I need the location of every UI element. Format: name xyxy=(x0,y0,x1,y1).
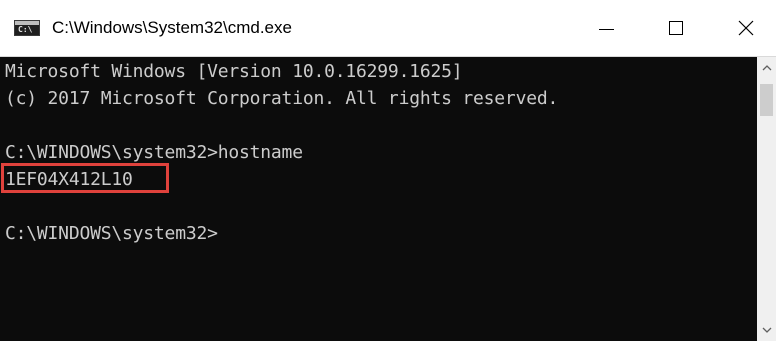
cmd-window: C:\ C:\Windows\System32\cmd.exe Microsof… xyxy=(0,0,776,341)
scroll-up-button[interactable] xyxy=(757,57,776,79)
console-line: (c) 2017 Microsoft Corporation. All righ… xyxy=(5,88,559,109)
close-button[interactable] xyxy=(716,0,776,56)
hostname-highlight-box xyxy=(1,163,169,193)
scroll-down-button[interactable] xyxy=(757,319,776,341)
title-bar[interactable]: C:\ C:\Windows\System32\cmd.exe xyxy=(0,0,776,57)
cmd-icon[interactable]: C:\ xyxy=(14,20,40,36)
maximize-button[interactable] xyxy=(646,0,706,56)
minimize-icon xyxy=(598,28,614,30)
vertical-scrollbar[interactable] xyxy=(757,57,776,341)
maximize-icon xyxy=(669,21,683,35)
scroll-up-arrow-icon xyxy=(762,65,771,71)
console-line: Microsoft Windows [Version 10.0.16299.16… xyxy=(5,61,463,82)
minimize-button[interactable] xyxy=(576,0,636,56)
close-icon xyxy=(738,20,754,36)
scroll-thumb[interactable] xyxy=(760,84,773,116)
command-prompt-line[interactable]: C:\WINDOWS\system32> xyxy=(5,221,218,247)
cmd-icon-glyph: C:\ xyxy=(18,25,33,34)
scroll-down-arrow-icon xyxy=(762,327,771,333)
console-output[interactable]: Microsoft Windows [Version 10.0.16299.16… xyxy=(0,57,757,341)
window-title: C:\Windows\System32\cmd.exe xyxy=(52,18,292,37)
